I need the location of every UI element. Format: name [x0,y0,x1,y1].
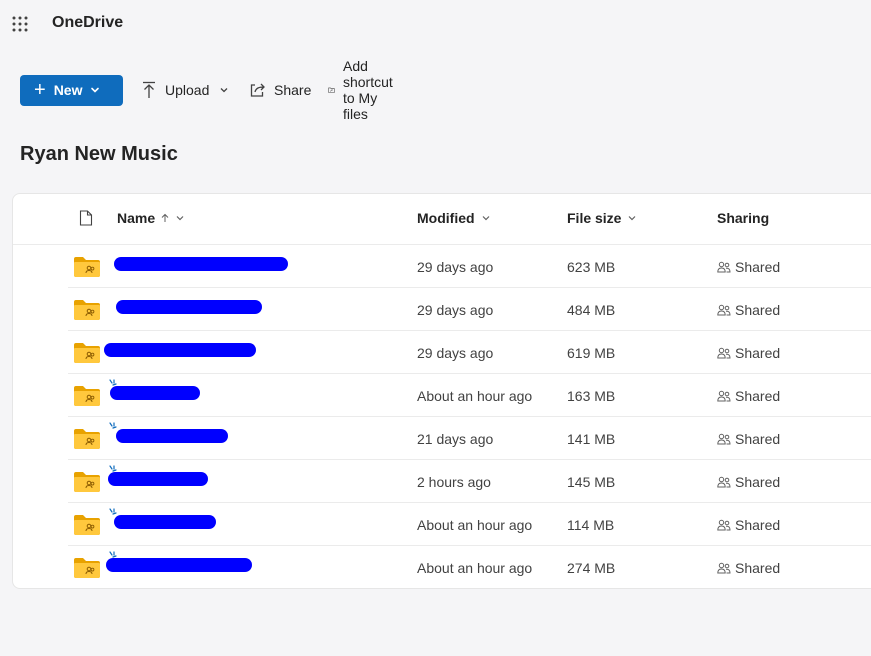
column-header-file-size[interactable]: File size [567,210,637,226]
chevron-down-icon [629,216,636,221]
redaction-mark [104,343,256,357]
redaction-mark [116,300,262,314]
modified-cell: About an hour ago [417,517,533,533]
redaction-mark [106,558,252,572]
people-icon [717,390,731,402]
column-header-name[interactable]: Name [117,210,185,226]
new-badge-icon [109,422,117,429]
shared-folder-icon [74,515,100,535]
sharing-cell[interactable]: Shared [717,345,780,361]
sort-up-icon [161,213,169,222]
share-button[interactable]: Share [249,74,311,105]
column-modified-label: Modified [417,210,475,226]
shared-folder-icon [74,300,100,320]
file-size-cell: 619 MB [567,345,616,361]
people-icon [717,433,731,445]
people-icon [717,347,731,359]
column-header-sharing[interactable]: Sharing [717,210,769,226]
modified-cell: 29 days ago [417,259,494,275]
file-size-cell: 145 MB [567,474,616,490]
sharing-cell[interactable]: Shared [717,474,780,490]
top-bar: OneDrive [0,0,871,48]
add-shortcut-button[interactable]: Add shortcut to My files [328,58,403,122]
chevron-down-icon [91,87,100,93]
table-row[interactable]: About an hour ago 114 MB Shared [68,503,871,546]
modified-cell: 29 days ago [417,345,494,361]
sharing-label: Shared [735,388,781,404]
sharing-cell[interactable]: Shared [717,388,780,404]
file-size-cell: 623 MB [567,259,616,275]
sharing-cell[interactable]: Shared [717,259,780,275]
table-row[interactable]: 21 days ago 141 MB Shared [68,417,871,460]
sharing-label: Shared [735,431,781,447]
page-title: Ryan New Music [20,143,178,165]
modified-cell: About an hour ago [417,388,533,404]
shortcut-label: Add shortcut to My files [342,57,393,122]
column-name-label: Name [117,210,156,226]
shared-folder-icon [74,343,100,363]
redaction-mark [110,386,200,400]
people-icon [717,519,731,531]
modified-cell: 29 days ago [417,302,494,318]
chevron-down-icon [482,216,489,221]
redaction-mark [114,257,288,271]
table-row[interactable]: 29 days ago 484 MB Shared [68,288,871,331]
new-button[interactable]: + New [20,74,123,106]
modified-cell: 21 days ago [417,431,494,447]
shared-folder-icon [74,429,100,449]
people-icon [717,476,731,488]
people-icon [717,304,731,316]
file-list: Name Modified File size Sharing 29 days … [12,193,871,589]
sharing-label: Shared [735,345,781,361]
people-icon [717,261,731,273]
sharing-cell[interactable]: Shared [717,302,780,318]
table-row[interactable]: 29 days ago 619 MB Shared [68,331,871,374]
share-label: Share [274,81,312,98]
redaction-mark [108,472,208,486]
upload-icon [143,81,155,98]
waffle-icon[interactable] [11,15,29,33]
sharing-cell[interactable]: Shared [717,560,780,576]
modified-cell: About an hour ago [417,560,533,576]
column-header-modified[interactable]: Modified [417,210,491,226]
table-row[interactable]: About an hour ago 274 MB Shared [68,546,871,589]
upload-label: Upload [165,81,210,98]
redaction-mark [114,515,216,529]
table-row[interactable]: About an hour ago 163 MB Shared [68,374,871,417]
app-title[interactable]: OneDrive [52,14,123,32]
redaction-mark [116,429,228,443]
chevron-down-icon [176,216,184,221]
list-header: Name Modified File size Sharing [13,194,871,245]
file-size-cell: 163 MB [567,388,616,404]
table-row[interactable]: 29 days ago 623 MB Shared [68,245,871,288]
file-size-cell: 484 MB [567,302,616,318]
column-size-label: File size [567,210,622,226]
shortcut-icon [328,87,335,93]
shared-folder-icon [74,386,100,406]
modified-cell: 2 hours ago [417,474,491,490]
sharing-label: Shared [735,302,781,318]
table-row[interactable]: 2 hours ago 145 MB Shared [68,460,871,503]
plus-icon: + [34,79,46,101]
shared-folder-icon [74,257,100,277]
column-sharing-label: Sharing [717,210,770,226]
people-icon [717,562,731,574]
file-size-cell: 141 MB [567,431,616,447]
sharing-label: Shared [735,517,781,533]
sharing-cell[interactable]: Shared [717,517,780,533]
file-size-cell: 114 MB [567,517,615,533]
upload-button[interactable]: Upload [141,74,229,105]
sharing-label: Shared [735,560,781,576]
shared-folder-icon [74,558,100,578]
shared-folder-icon [74,472,100,492]
sharing-label: Shared [735,259,781,275]
file-size-cell: 274 MB [567,560,616,576]
share-icon [250,83,265,97]
sharing-cell[interactable]: Shared [717,431,780,447]
file-icon[interactable] [79,210,93,226]
new-button-label: New [53,82,83,98]
sharing-label: Shared [735,474,781,490]
chevron-down-icon [220,87,228,92]
command-bar: + New Upload Share Add shortcut to My fi… [20,58,393,122]
